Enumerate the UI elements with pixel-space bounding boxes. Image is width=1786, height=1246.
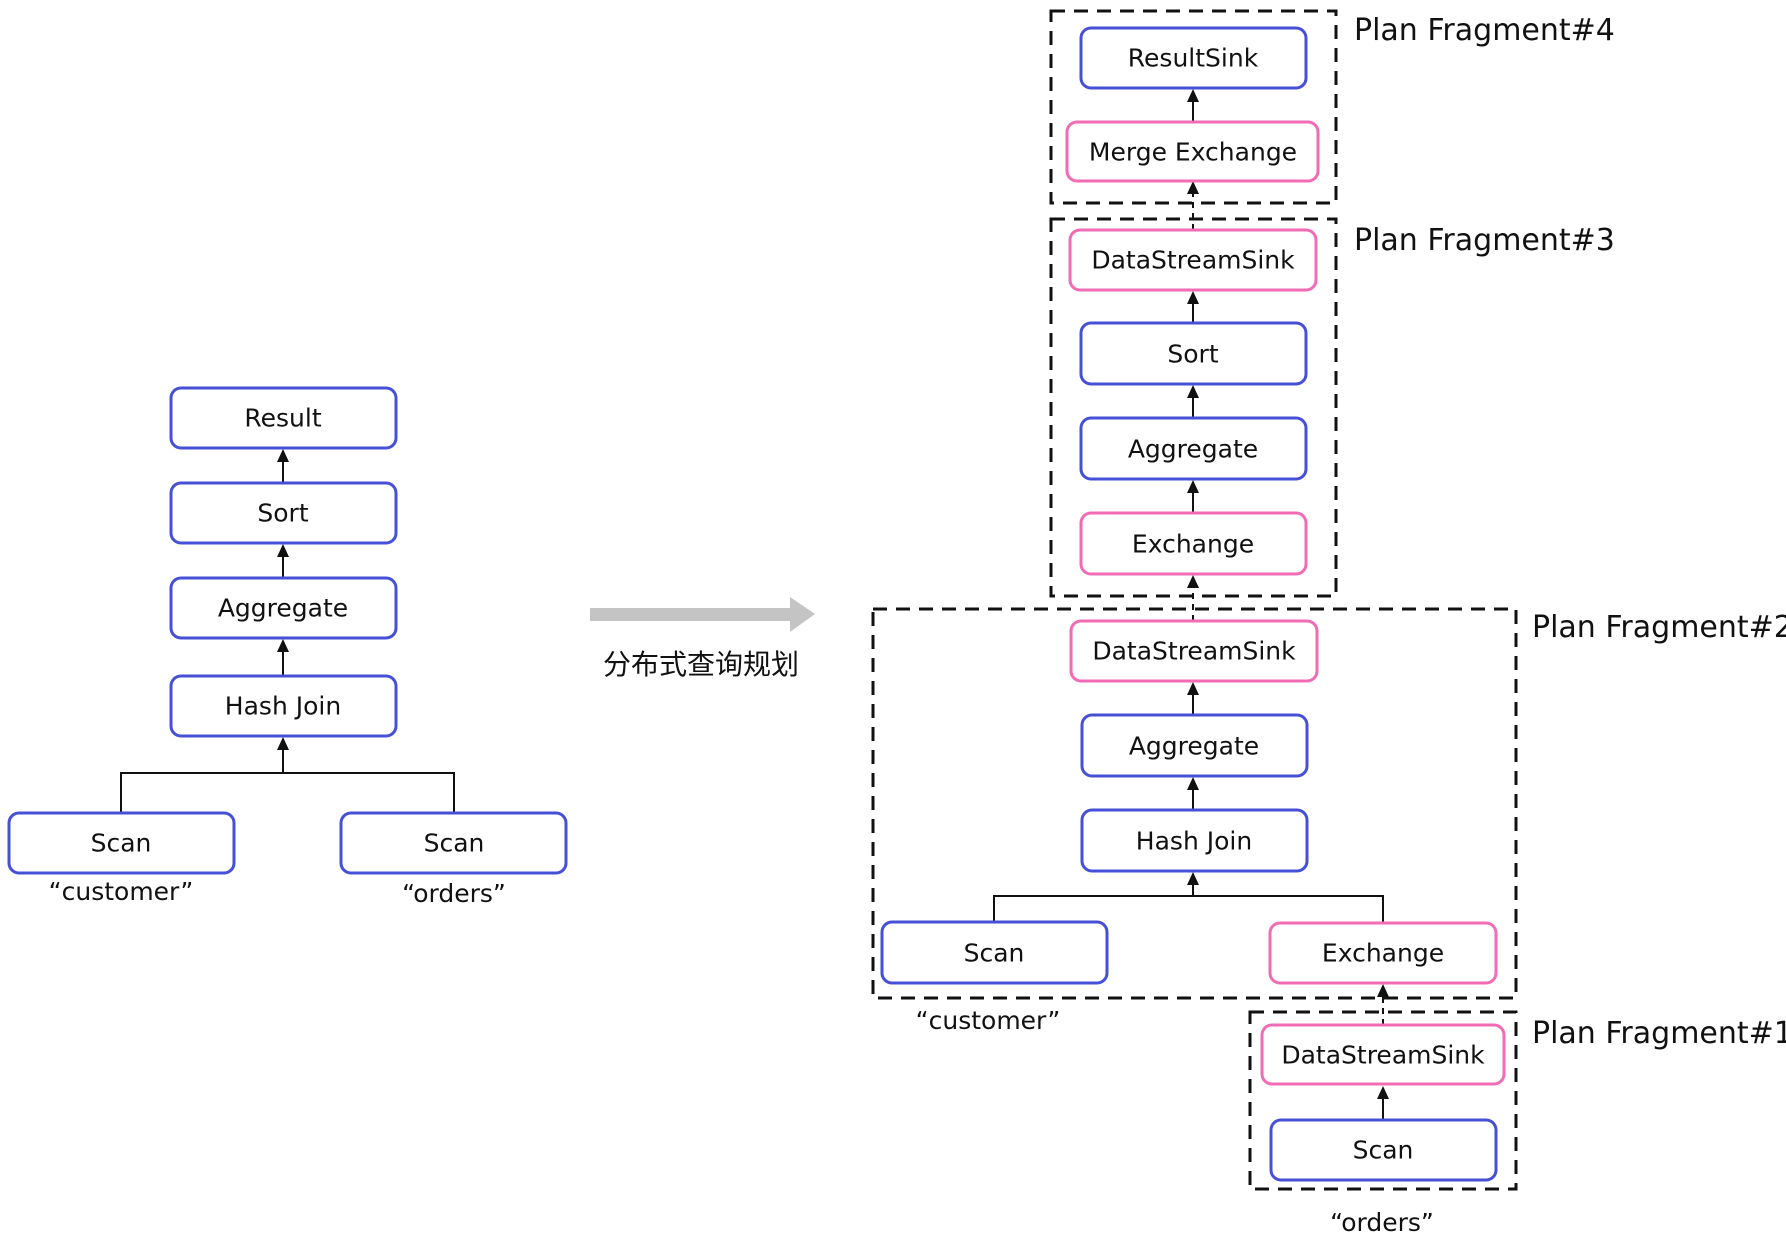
node-f2-aggregate[interactable]: Aggregate bbox=[1080, 713, 1309, 778]
arrowhead-icon bbox=[1187, 385, 1199, 398]
node-f3-sort[interactable]: Sort bbox=[1079, 321, 1308, 386]
table-label-customer: “customer” bbox=[916, 1006, 1061, 1035]
node-aggregate[interactable]: Aggregate bbox=[169, 576, 398, 640]
node-label: Merge Exchange bbox=[1089, 138, 1297, 167]
query-plan-diagram: Result Sort Aggregate Hash Join Scan “cu… bbox=[7, 9, 1786, 1237]
fragment-label: Plan Fragment#4 bbox=[1354, 13, 1615, 48]
node-label: Aggregate bbox=[1129, 732, 1259, 761]
edge-f3-sink-to-f4-merge-exchange bbox=[1187, 181, 1199, 230]
transform-label: 分布式查询规划 bbox=[603, 648, 799, 681]
node-label: Aggregate bbox=[218, 594, 348, 623]
arrow-right-icon bbox=[790, 597, 815, 632]
fragment-label: Plan Fragment#2 bbox=[1532, 610, 1786, 645]
edge-f2-aggregate-to-sink bbox=[1187, 682, 1199, 715]
arrowhead-icon bbox=[1187, 682, 1199, 695]
table-label-orders: “orders” bbox=[1330, 1208, 1434, 1237]
arrowhead-icon bbox=[1187, 89, 1199, 102]
node-label: Scan bbox=[91, 829, 152, 858]
node-f1-data-stream-sink[interactable]: DataStreamSink bbox=[1260, 1023, 1506, 1086]
arrowhead-icon bbox=[1377, 1086, 1389, 1099]
node-scan-customer[interactable]: Scan bbox=[7, 811, 236, 875]
arrowhead-icon bbox=[1187, 575, 1199, 588]
edge-f1-scan-to-sink bbox=[1377, 1086, 1389, 1120]
node-label: Scan bbox=[1353, 1136, 1414, 1165]
arrowhead-icon bbox=[1377, 984, 1389, 997]
edge-f2-hashjoin-to-aggregate bbox=[1187, 777, 1199, 810]
edge-f3-aggregate-to-sort bbox=[1187, 385, 1199, 418]
arrowhead-icon bbox=[277, 639, 289, 652]
arrowhead-icon bbox=[1187, 291, 1199, 304]
node-label: Hash Join bbox=[225, 692, 341, 721]
node-label: ResultSink bbox=[1128, 44, 1259, 73]
node-result-sink[interactable]: ResultSink bbox=[1079, 26, 1308, 90]
node-f3-aggregate[interactable]: Aggregate bbox=[1079, 416, 1308, 481]
edge-f3-exchange-to-aggregate bbox=[1187, 480, 1199, 513]
fragment-label: Plan Fragment#1 bbox=[1532, 1016, 1786, 1051]
node-label: Scan bbox=[424, 829, 485, 858]
node-f2-data-stream-sink[interactable]: DataStreamSink bbox=[1069, 619, 1319, 683]
node-f2-hash-join[interactable]: Hash Join bbox=[1080, 808, 1309, 873]
arrowhead-icon bbox=[277, 544, 289, 557]
arrowhead-icon bbox=[277, 737, 289, 750]
node-f3-exchange[interactable]: Exchange bbox=[1079, 511, 1308, 576]
transform-arrow: 分布式查询规划 bbox=[590, 597, 815, 681]
edge-f1-sink-to-f2-exchange bbox=[1377, 984, 1389, 1025]
arrowhead-icon bbox=[1187, 777, 1199, 790]
node-label: DataStreamSink bbox=[1091, 246, 1295, 275]
node-label: Exchange bbox=[1322, 939, 1444, 968]
table-label-orders: “orders” bbox=[402, 879, 506, 908]
node-label: DataStreamSink bbox=[1281, 1041, 1485, 1070]
node-label: DataStreamSink bbox=[1092, 637, 1296, 666]
arrowhead-icon bbox=[1187, 181, 1199, 194]
fragment-label: Plan Fragment#3 bbox=[1354, 223, 1615, 258]
table-label-customer: “customer” bbox=[49, 877, 194, 906]
transform-arrow-shaft bbox=[590, 608, 790, 621]
arrowhead-icon bbox=[277, 449, 289, 462]
edge-f2-inputs-to-hashjoin bbox=[993, 872, 1384, 923]
node-label: Aggregate bbox=[1128, 435, 1258, 464]
node-result[interactable]: Result bbox=[169, 386, 398, 450]
edge-scans-to-hashjoin bbox=[120, 737, 455, 813]
node-label: Sort bbox=[257, 499, 308, 528]
node-f2-exchange[interactable]: Exchange bbox=[1268, 921, 1498, 985]
node-label: Hash Join bbox=[1136, 827, 1252, 856]
edge-f2-sink-to-f3-exchange bbox=[1187, 575, 1199, 621]
node-f2-scan-customer[interactable]: Scan bbox=[880, 920, 1109, 985]
node-label: Sort bbox=[1167, 340, 1218, 369]
node-label: Scan bbox=[964, 939, 1025, 968]
node-hash-join[interactable]: Hash Join bbox=[169, 674, 398, 738]
node-merge-exchange[interactable]: Merge Exchange bbox=[1065, 120, 1320, 183]
arrowhead-icon bbox=[1187, 480, 1199, 493]
edge-hashjoin-to-aggregate bbox=[277, 639, 289, 675]
edge-sort-to-result bbox=[277, 449, 289, 482]
single-node-plan: Result Sort Aggregate Hash Join Scan “cu… bbox=[7, 386, 568, 908]
edge-aggregate-to-sort bbox=[277, 544, 289, 577]
node-label: Result bbox=[244, 404, 321, 433]
node-f3-data-stream-sink[interactable]: DataStreamSink bbox=[1068, 228, 1318, 292]
node-sort[interactable]: Sort bbox=[169, 481, 398, 545]
node-label: Exchange bbox=[1132, 530, 1254, 559]
distributed-plan: Plan Fragment#4 Plan Fragment#3 Plan Fra… bbox=[871, 9, 1786, 1237]
arrowhead-icon bbox=[1187, 872, 1199, 885]
node-f1-scan-orders[interactable]: Scan bbox=[1269, 1118, 1498, 1182]
node-scan-orders[interactable]: Scan bbox=[339, 811, 568, 875]
edge-merge-exchange-to-result-sink bbox=[1187, 89, 1199, 122]
edge-sort-to-f3-sink bbox=[1187, 291, 1199, 323]
